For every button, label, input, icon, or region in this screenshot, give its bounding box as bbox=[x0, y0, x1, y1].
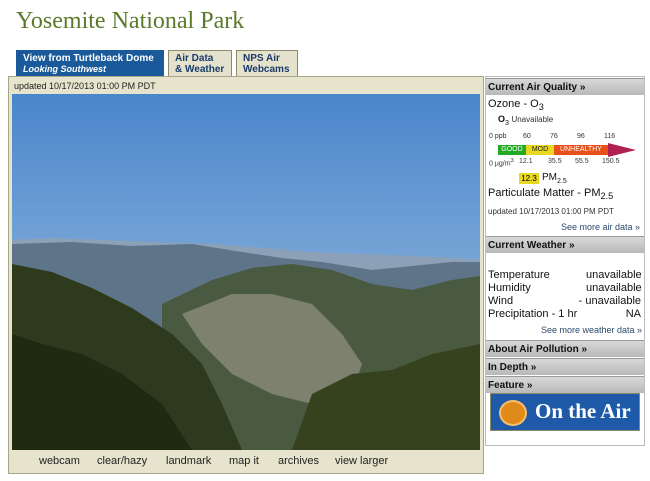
scale-unhealthy: UNHEALTHY bbox=[554, 145, 608, 155]
ppb-tick: 116 bbox=[604, 133, 616, 140]
tab-nps-webcams[interactable]: NPS Air Webcams bbox=[236, 50, 298, 76]
tab-label: View from Turtleback Dome bbox=[23, 53, 154, 64]
tab-label: Air Data bbox=[175, 53, 214, 64]
weather-label: Wind bbox=[488, 295, 514, 307]
webcam-image[interactable] bbox=[12, 94, 480, 450]
feature-header[interactable]: Feature » bbox=[486, 376, 644, 393]
tab-sublabel: Webcams bbox=[243, 64, 290, 75]
tab-air-data[interactable]: Air Data & Weather bbox=[168, 50, 232, 76]
weather-label: Humidity bbox=[488, 282, 531, 294]
weather-value: unavailable bbox=[586, 282, 642, 294]
weather-label: Precipitation - 1 hr bbox=[488, 308, 578, 320]
feature-label: On the Air bbox=[535, 399, 631, 423]
scale-moderate: MOD bbox=[526, 145, 554, 155]
in-depth-header[interactable]: In Depth » bbox=[486, 358, 644, 375]
more-air-data-link[interactable]: See more air data » bbox=[561, 222, 640, 232]
map-it-link[interactable]: map it bbox=[229, 455, 259, 467]
ozone-title: Ozone - O3 bbox=[488, 98, 544, 113]
tab-sublabel: Looking Southwest bbox=[23, 64, 106, 74]
pm-label: PM2.5 bbox=[542, 172, 567, 185]
ug-tick: 12.1 bbox=[519, 158, 533, 165]
webcam-link[interactable]: webcam bbox=[39, 455, 80, 467]
page-title: Yosemite National Park bbox=[16, 8, 245, 34]
ppb-tick: 76 bbox=[550, 133, 558, 140]
on-the-air-feature[interactable]: On the Air bbox=[490, 393, 640, 431]
rss-icon bbox=[499, 400, 527, 426]
tab-turtleback-view[interactable]: View from Turtleback Dome Looking Southw… bbox=[16, 50, 164, 76]
weather-value: unavailable bbox=[586, 269, 642, 281]
weather-value: NA bbox=[625, 308, 641, 320]
pm-title: Particulate Matter - PM2.5 bbox=[488, 187, 614, 202]
more-weather-data-link[interactable]: See more weather data » bbox=[541, 325, 642, 335]
ppb-axis-label: 0 ppb bbox=[489, 133, 507, 140]
scale-good: GOOD bbox=[498, 145, 526, 155]
view-larger-link[interactable]: view larger bbox=[335, 455, 388, 467]
tab-sublabel: & Weather bbox=[175, 64, 225, 75]
ug-tick: 35.5 bbox=[548, 158, 562, 165]
current-air-quality-header[interactable]: Current Air Quality » bbox=[486, 78, 644, 95]
sidebar: Current Air Quality » Ozone - O3 O3 Unav… bbox=[485, 76, 645, 446]
current-weather-header[interactable]: Current Weather » bbox=[486, 236, 644, 253]
ug-tick: 150.5 bbox=[602, 158, 620, 165]
ppb-tick: 60 bbox=[523, 133, 531, 140]
about-air-pollution-header[interactable]: About Air Pollution » bbox=[486, 340, 644, 357]
webcam-panel: updated 10/17/2013 01:00 PM PDT webcam c… bbox=[8, 76, 484, 474]
landmark-link[interactable]: landmark bbox=[166, 455, 211, 467]
archives-link[interactable]: archives bbox=[278, 455, 319, 467]
tab-label: NPS Air bbox=[243, 53, 280, 64]
webcam-links: webcam clear/hazy landmark map it archiv… bbox=[9, 455, 485, 471]
ppb-tick: 96 bbox=[577, 133, 585, 140]
pm-value-badge: 12.3 bbox=[519, 173, 539, 184]
scale-arrow-icon bbox=[608, 143, 636, 157]
ozone-status: O3 Unavailable bbox=[498, 114, 554, 127]
clear-hazy-link[interactable]: clear/hazy bbox=[97, 455, 147, 467]
weather-value: - unavailable bbox=[578, 295, 641, 307]
pm-updated-time: updated 10/17/2013 01:00 PM PDT bbox=[488, 207, 614, 216]
ug-tick: 55.5 bbox=[575, 158, 589, 165]
ug-axis-label: 0 µg/m3 bbox=[489, 158, 514, 168]
weather-label: Temperature bbox=[488, 269, 550, 281]
webcam-updated-time: updated 10/17/2013 01:00 PM PDT bbox=[14, 81, 156, 91]
